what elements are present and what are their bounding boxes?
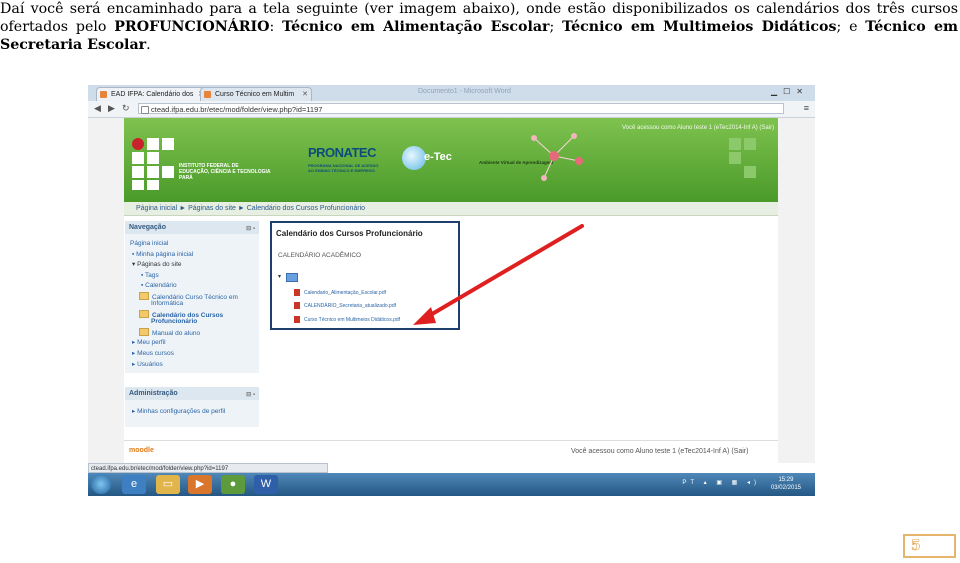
annotation-arrow [413,224,584,325]
intro-bold-course-2: Técnico em Multimeios Didáticos [562,19,837,35]
page-number: 5 [911,538,921,555]
intro-text-3: ; [549,19,563,35]
page-number-box: 5 [903,534,956,558]
intro-bold-program: PROFUNCIONÁRIO [114,19,270,35]
embedded-screenshot: EAD IFPA: Calendário dos ✕ Curso Técnico… [88,85,815,496]
intro-text-5: . [146,37,151,53]
intro-text-4: ; e [836,19,866,35]
intro-paragraph: Daí você será encaminhado para a tela se… [0,0,958,54]
intro-text-2: : [269,19,283,35]
intro-bold-course-1: Técnico em Alimentação Escolar [282,19,550,35]
